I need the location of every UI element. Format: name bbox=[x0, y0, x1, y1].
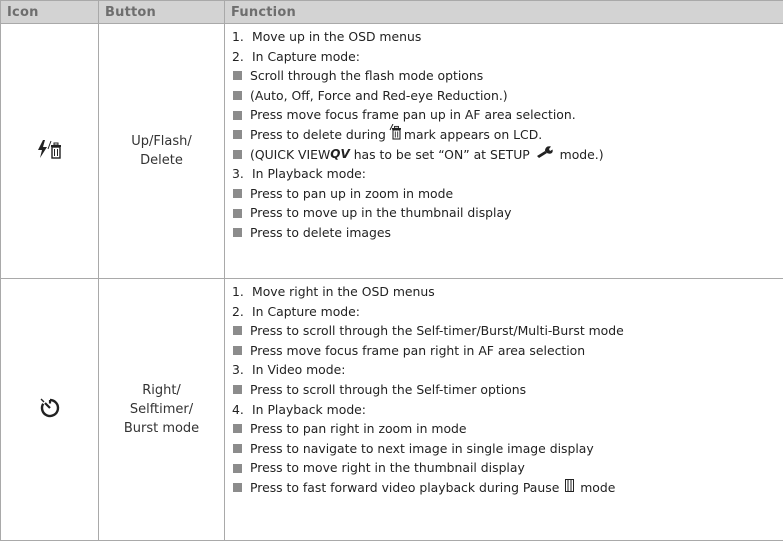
icon-cell bbox=[0, 278, 99, 541]
bullet-square-icon bbox=[233, 424, 242, 434]
list-item: Press to pan up in zoom in mode bbox=[232, 184, 783, 204]
button-function-table: Icon Button Function Up/Flash/ Delete 1.… bbox=[0, 0, 783, 541]
bullet-square-icon bbox=[233, 483, 242, 493]
list-item: Press to scroll through the Self-timer o… bbox=[232, 380, 783, 400]
bullet-square-icon bbox=[233, 346, 242, 356]
list-item: (Auto, Off, Force and Red-eye Reduction.… bbox=[232, 86, 783, 106]
header-function: Function bbox=[224, 0, 783, 24]
list-item: 1. Move right in the OSD menus bbox=[232, 284, 435, 299]
bullet-square-icon bbox=[233, 463, 242, 473]
button-label-line: Burst mode bbox=[123, 421, 200, 436]
list-item: Press to pan right in zoom in mode bbox=[232, 419, 783, 439]
bullet-square-icon bbox=[233, 149, 242, 159]
function-cell: 1. Move up in the OSD menus 2. In Capture … bbox=[224, 23, 783, 279]
list-item: 2. In Capture mode: bbox=[232, 303, 360, 319]
function-cell: 1. Move right in the OSD menus 2. In Captu… bbox=[224, 278, 783, 541]
button-label-line: Selftimer/ bbox=[129, 402, 194, 417]
list-item: Press move focus frame pan up in AF area… bbox=[232, 105, 783, 125]
list-item: Press to delete during mark appears on L… bbox=[232, 123, 783, 146]
icon-cell bbox=[0, 23, 99, 279]
bullet-square-icon bbox=[233, 326, 242, 336]
button-label-line: Right/ bbox=[142, 383, 181, 398]
list-item: Press to fast forward video playback dur… bbox=[232, 478, 783, 498]
pause-icon bbox=[565, 478, 575, 498]
bullet-square-icon bbox=[233, 91, 242, 101]
list-item: Press to delete images bbox=[232, 223, 783, 243]
selftimer-icon bbox=[39, 398, 61, 423]
wrench-icon bbox=[536, 145, 554, 165]
bullet-square-icon bbox=[233, 208, 242, 218]
button-cell: Up/Flash/ Delete bbox=[98, 23, 225, 279]
button-label-line: Delete bbox=[140, 153, 183, 168]
list-item: (QUICK VIEW QV has to be set “ON” at SET… bbox=[232, 145, 783, 165]
table-row: Right/ Selftimer/ Burst mode 1. Move righ… bbox=[0, 278, 783, 541]
button-cell: Right/ Selftimer/ Burst mode bbox=[98, 278, 225, 541]
bullet-square-icon bbox=[233, 110, 242, 120]
list-item: Press to move up in the thumbnail displa… bbox=[232, 203, 783, 223]
table-row: Up/Flash/ Delete 1. Move up in the OSD me… bbox=[0, 23, 783, 279]
header-button: Button bbox=[98, 0, 225, 24]
list-item: Press move focus frame pan right in AF a… bbox=[232, 341, 783, 361]
bullet-square-icon bbox=[233, 130, 242, 140]
list-item: Press to move right in the thumbnail dis… bbox=[232, 458, 783, 478]
list-item: 3. In Playback mode: bbox=[232, 166, 366, 182]
header-icon: Icon bbox=[0, 0, 99, 24]
button-label-line: Up/Flash/ bbox=[131, 134, 192, 149]
delete-mark-icon bbox=[388, 123, 402, 146]
bullet-square-icon bbox=[233, 71, 242, 81]
bullet-square-icon bbox=[233, 444, 242, 454]
flash-delete-icon bbox=[37, 140, 63, 163]
list-item: Press to scroll through the Self-timer/B… bbox=[232, 321, 783, 341]
bullet-square-icon bbox=[233, 385, 242, 395]
list-item: 1. Move up in the OSD menus bbox=[232, 29, 422, 44]
table-header-row: Icon Button Function bbox=[0, 0, 783, 24]
quick-view-icon: QV bbox=[330, 146, 350, 161]
list-item: 3. In Video mode: bbox=[232, 362, 346, 378]
list-item: 2. In Capture mode: bbox=[232, 48, 360, 64]
list-item: 4. In Playback mode: bbox=[232, 401, 366, 417]
bullet-square-icon bbox=[233, 228, 242, 238]
bullet-square-icon bbox=[233, 189, 242, 199]
list-item: Press to navigate to next image in singl… bbox=[232, 439, 783, 459]
list-item: Scroll through the flash mode options bbox=[232, 66, 783, 86]
